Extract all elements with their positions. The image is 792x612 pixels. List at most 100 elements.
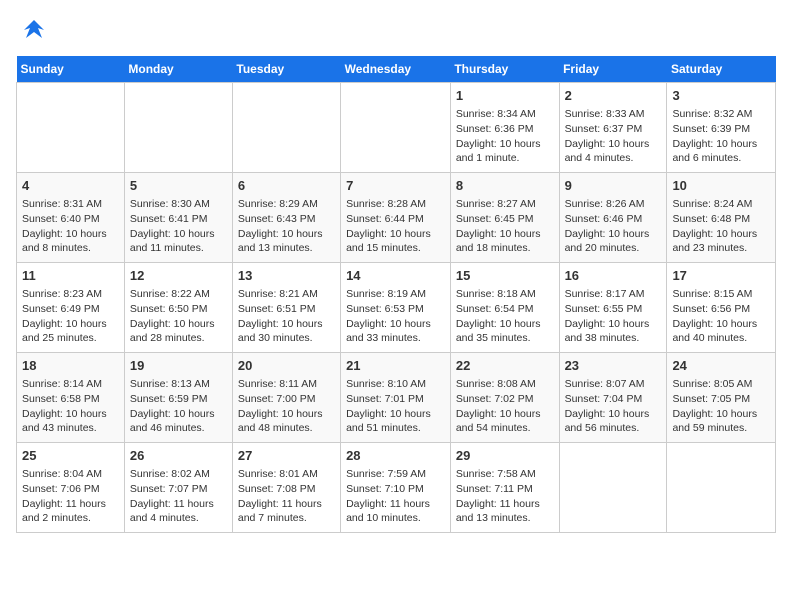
cell-content: Daylight: 10 hours and 25 minutes. [22,317,119,346]
cell-content: Daylight: 11 hours and 2 minutes. [22,497,119,526]
cell-content: Daylight: 10 hours and 18 minutes. [456,227,554,256]
calendar-cell: 12Sunrise: 8:22 AMSunset: 6:50 PMDayligh… [124,263,232,353]
col-header-wednesday: Wednesday [341,56,451,83]
cell-content: Daylight: 10 hours and 23 minutes. [672,227,770,256]
calendar-cell: 8 Sunrise: 8:27 AMSunset: 6:45 PMDaylight… [450,173,559,263]
calendar-cell: 6Sunrise: 8:29 AMSunset: 6:43 PMDaylight… [232,173,340,263]
cell-content: Daylight: 10 hours and 6 minutes. [672,137,770,166]
day-number: 29 [456,447,554,465]
day-number: 16 [565,267,662,285]
calendar-week-row: 11Sunrise: 8:23 AMSunset: 6:49 PMDayligh… [17,263,776,353]
cell-content: Daylight: 11 hours and 4 minutes. [130,497,227,526]
cell-content: Daylight: 10 hours and 54 minutes. [456,407,554,436]
calendar-cell [17,83,125,173]
col-header-sunday: Sunday [17,56,125,83]
cell-content: Sunset: 6:56 PM [672,302,770,317]
cell-content: Daylight: 10 hours and 33 minutes. [346,317,445,346]
calendar-cell: 14Sunrise: 8:19 AMSunset: 6:53 PMDayligh… [341,263,451,353]
cell-content: Sunrise: 7:58 AM [456,467,554,482]
cell-content: Daylight: 10 hours and 35 minutes. [456,317,554,346]
cell-content: Daylight: 10 hours and 38 minutes. [565,317,662,346]
cell-content: Sunrise: 8:04 AM [22,467,119,482]
cell-content: Sunrise: 8:33 AM [565,107,662,122]
cell-content: Daylight: 10 hours and 48 minutes. [238,407,335,436]
cell-content: Sunrise: 8:21 AM [238,287,335,302]
day-number: 15 [456,267,554,285]
calendar-cell [232,83,340,173]
calendar-cell: 16 Sunrise: 8:17 AMSunset: 6:55 PMDayligh… [559,263,667,353]
calendar-cell: 20Sunrise: 8:11 AMSunset: 7:00 PMDayligh… [232,353,340,443]
cell-content: Sunrise: 8:11 AM [238,377,335,392]
calendar-cell: 10 Sunrise: 8:24 AMSunset: 6:48 PMDayligh… [667,173,776,263]
cell-content: Sunset: 7:06 PM [22,482,119,497]
col-header-monday: Monday [124,56,232,83]
day-number: 23 [565,357,662,375]
cell-content: Sunrise: 8:24 AM [672,197,770,212]
day-number: 13 [238,267,335,285]
calendar-cell: 21Sunrise: 8:10 AMSunset: 7:01 PMDayligh… [341,353,451,443]
cell-content: Sunset: 6:45 PM [456,212,554,227]
day-number: 5 [130,177,227,195]
cell-content: Sunrise: 8:27 AM [456,197,554,212]
cell-content: Daylight: 10 hours and 46 minutes. [130,407,227,436]
cell-content: Sunset: 6:39 PM [672,122,770,137]
cell-content: Sunrise: 8:08 AM [456,377,554,392]
header [16,16,776,48]
day-number: 4 [22,177,119,195]
day-number: 14 [346,267,445,285]
cell-content: Sunset: 6:55 PM [565,302,662,317]
day-number: 7 [346,177,445,195]
calendar-cell: 26Sunrise: 8:02 AMSunset: 7:07 PMDayligh… [124,443,232,533]
day-number: 1 [456,87,554,105]
cell-content: Sunrise: 8:22 AM [130,287,227,302]
cell-content: Sunset: 7:01 PM [346,392,445,407]
cell-content: Sunset: 6:58 PM [22,392,119,407]
cell-content: Sunset: 7:10 PM [346,482,445,497]
calendar-cell: 4Sunrise: 8:31 AMSunset: 6:40 PMDaylight… [17,173,125,263]
cell-content: Sunrise: 8:01 AM [238,467,335,482]
cell-content: Sunset: 6:41 PM [130,212,227,227]
cell-content: Daylight: 11 hours and 7 minutes. [238,497,335,526]
calendar-cell: 17Sunrise: 8:15 AMSunset: 6:56 PMDayligh… [667,263,776,353]
cell-content: Daylight: 11 hours and 10 minutes. [346,497,445,526]
cell-content: Sunset: 6:40 PM [22,212,119,227]
cell-content: Sunset: 6:49 PM [22,302,119,317]
cell-content: Daylight: 10 hours and 4 minutes. [565,137,662,166]
day-number: 28 [346,447,445,465]
calendar-cell: 25Sunrise: 8:04 AMSunset: 7:06 PMDayligh… [17,443,125,533]
cell-content: Sunrise: 8:10 AM [346,377,445,392]
calendar-cell: 1Sunrise: 8:34 AMSunset: 6:36 PMDaylight… [450,83,559,173]
day-number: 10 [672,177,770,195]
cell-content: Sunset: 6:48 PM [672,212,770,227]
day-number: 17 [672,267,770,285]
cell-content: Daylight: 10 hours and 51 minutes. [346,407,445,436]
day-number: 22 [456,357,554,375]
day-number: 26 [130,447,227,465]
cell-content: Sunset: 6:50 PM [130,302,227,317]
cell-content: Sunset: 7:08 PM [238,482,335,497]
cell-content: Sunrise: 8:23 AM [22,287,119,302]
cell-content: Sunrise: 8:02 AM [130,467,227,482]
calendar-cell [124,83,232,173]
calendar-cell: 27Sunrise: 8:01 AMSunset: 7:08 PMDayligh… [232,443,340,533]
calendar-cell: 23Sunrise: 8:07 AMSunset: 7:04 PMDayligh… [559,353,667,443]
calendar-cell: 22Sunrise: 8:08 AMSunset: 7:02 PMDayligh… [450,353,559,443]
cell-content: Sunrise: 8:17 AM [565,287,662,302]
col-header-tuesday: Tuesday [232,56,340,83]
calendar-cell: 18Sunrise: 8:14 AMSunset: 6:58 PMDayligh… [17,353,125,443]
calendar-week-row: 4Sunrise: 8:31 AMSunset: 6:40 PMDaylight… [17,173,776,263]
calendar-cell: 19Sunrise: 8:13 AMSunset: 6:59 PMDayligh… [124,353,232,443]
day-number: 8 [456,177,554,195]
cell-content: Sunset: 7:04 PM [565,392,662,407]
cell-content: Sunset: 7:05 PM [672,392,770,407]
cell-content: Sunrise: 8:05 AM [672,377,770,392]
cell-content: Daylight: 10 hours and 59 minutes. [672,407,770,436]
calendar-table: SundayMondayTuesdayWednesdayThursdayFrid… [16,56,776,533]
cell-content: Daylight: 10 hours and 30 minutes. [238,317,335,346]
cell-content: Sunset: 6:53 PM [346,302,445,317]
logo-bird-icon [16,16,52,48]
cell-content: Sunset: 6:54 PM [456,302,554,317]
calendar-cell [559,443,667,533]
day-number: 19 [130,357,227,375]
cell-content: Daylight: 10 hours and 28 minutes. [130,317,227,346]
